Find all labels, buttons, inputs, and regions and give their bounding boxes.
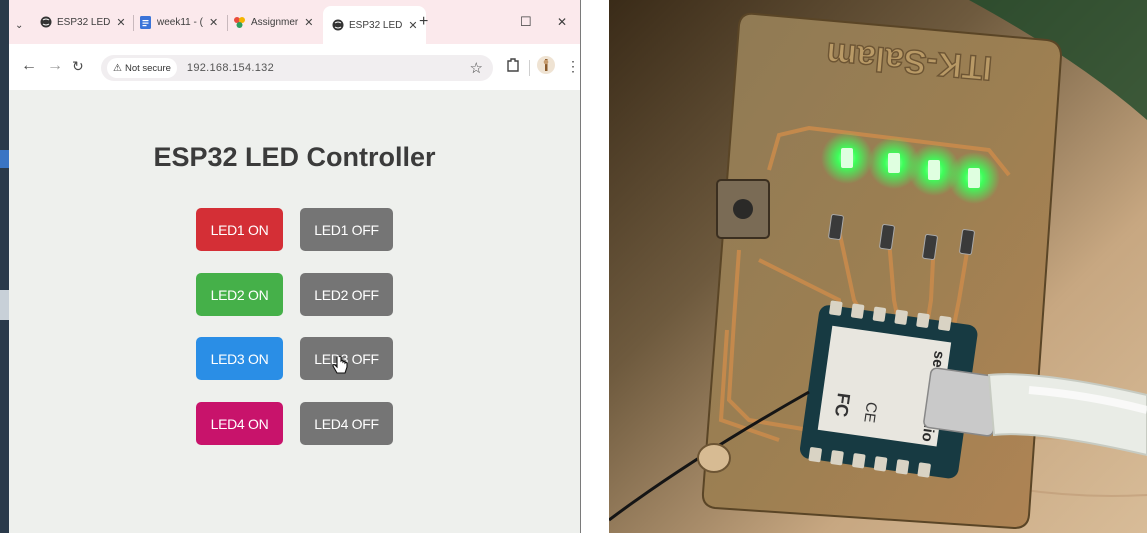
restore-window-button[interactable]: ☐ bbox=[520, 9, 532, 35]
bookmark-star-icon[interactable]: ☆ bbox=[470, 59, 483, 77]
tab-label: ESP32 LED bbox=[57, 16, 111, 28]
close-icon: ✕ bbox=[557, 15, 568, 29]
new-tab-button[interactable]: + bbox=[419, 9, 428, 35]
colorful-logo-icon bbox=[233, 16, 246, 29]
led4-off-button[interactable]: LED4 OFF bbox=[300, 402, 393, 445]
svg-text:CE: CE bbox=[860, 401, 880, 424]
close-window-button[interactable]: ✕ bbox=[557, 9, 567, 35]
chevron-down-icon: ⌄ bbox=[15, 19, 24, 31]
desktop-edge bbox=[0, 0, 9, 533]
tab-esp32-led-active[interactable]: ESP32 LED ✕ bbox=[323, 6, 426, 44]
avatar[interactable] bbox=[537, 56, 555, 79]
globe-icon bbox=[331, 19, 344, 32]
led1-off-button[interactable]: LED1 OFF bbox=[300, 208, 393, 251]
led2-off-button[interactable]: LED2 OFF bbox=[300, 273, 393, 316]
page-title: ESP32 LED Controller bbox=[153, 142, 436, 172]
browser-window: ⌄ ESP32 LED ✕ week11 - ( ✕ Assignmer ✕ E… bbox=[0, 0, 581, 533]
tab-strip: ⌄ ESP32 LED ✕ week11 - ( ✕ Assignmer ✕ E… bbox=[9, 0, 580, 44]
address-bar[interactable]: ⚠ Not secure 192.168.154.132 ☆ bbox=[101, 55, 493, 81]
security-chip[interactable]: ⚠ Not secure bbox=[107, 58, 177, 78]
tab-label: Assignmer bbox=[251, 16, 299, 28]
warning-icon: ⚠ bbox=[113, 62, 122, 74]
close-icon[interactable]: ✕ bbox=[408, 19, 417, 32]
reload-icon[interactable]: ↻ bbox=[72, 57, 84, 75]
tab-assignment[interactable]: Assignmer ✕ bbox=[233, 9, 313, 35]
security-label: Not secure bbox=[124, 62, 171, 74]
globe-icon bbox=[39, 16, 52, 29]
tab-search-button[interactable]: ⌄ bbox=[15, 12, 23, 38]
forward-icon[interactable]: → bbox=[47, 57, 63, 75]
extensions-icon[interactable] bbox=[506, 57, 520, 77]
close-icon[interactable]: ✕ bbox=[209, 16, 218, 29]
tab-label: ESP32 LED bbox=[349, 19, 403, 31]
browser-toolbar: ← → ↻ ⚠ Not secure 192.168.154.132 ☆ ⋮ bbox=[9, 44, 580, 91]
svg-text:FC: FC bbox=[831, 392, 854, 419]
back-icon[interactable]: ← bbox=[21, 57, 37, 75]
led4-on-button[interactable]: LED4 ON bbox=[196, 402, 283, 445]
url-text[interactable]: 192.168.154.132 bbox=[187, 62, 274, 74]
tab-label: week11 - ( bbox=[157, 16, 203, 28]
led2-on-button[interactable]: LED2 ON bbox=[196, 273, 283, 316]
plus-icon: + bbox=[419, 13, 429, 30]
pcb-board: ITK-Salam FC CE bbox=[701, 12, 1063, 530]
page-content: ESP32 LED Controller LED1 ON LED1 OFF LE… bbox=[9, 90, 580, 533]
tab-week11[interactable]: week11 - ( ✕ bbox=[139, 9, 218, 35]
menu-kebab-icon[interactable]: ⋮ bbox=[566, 57, 580, 75]
pcb-photo: ITK-Salam FC CE bbox=[609, 0, 1147, 533]
docs-icon bbox=[139, 15, 152, 29]
tab-esp32-led-1[interactable]: ESP32 LED ✕ bbox=[39, 9, 126, 35]
led1-on-button[interactable]: LED1 ON bbox=[196, 208, 283, 251]
close-icon[interactable]: ✕ bbox=[116, 16, 125, 29]
restore-icon: ☐ bbox=[520, 14, 532, 29]
led3-on-button[interactable]: LED3 ON bbox=[196, 337, 283, 380]
hand-cursor-icon bbox=[332, 355, 348, 382]
close-icon[interactable]: ✕ bbox=[304, 16, 313, 29]
